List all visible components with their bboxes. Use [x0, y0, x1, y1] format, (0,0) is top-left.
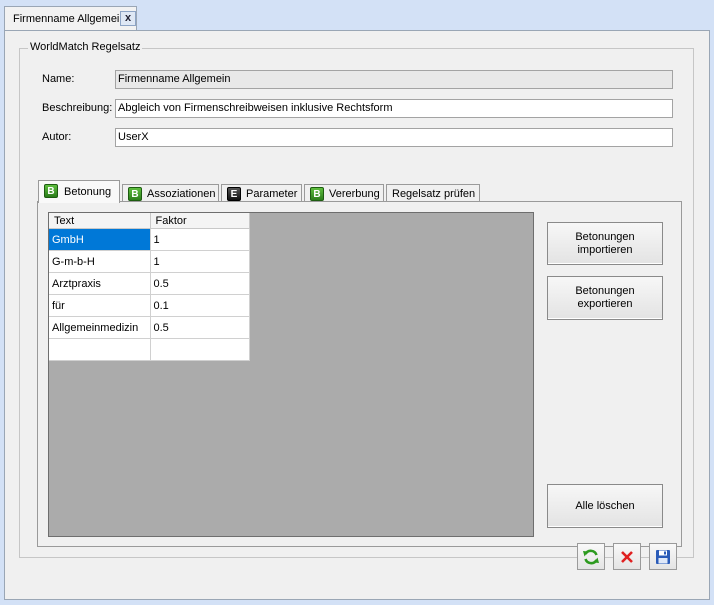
cell-text[interactable]: Allgemeinmedizin	[49, 316, 151, 339]
cell-faktor[interactable]	[150, 338, 250, 361]
cell-text[interactable]	[49, 338, 151, 361]
cell-faktor[interactable]: 1	[150, 228, 250, 251]
betonung-table: Text Faktor GmbH 1 G-m-b-H 1 Arztpraxis …	[49, 213, 250, 361]
export-betonungen-button[interactable]: Betonungen exportieren	[547, 276, 663, 320]
tab-vererbung[interactable]: B Vererbung	[304, 184, 384, 202]
cell-faktor[interactable]: 0.5	[150, 316, 250, 339]
tab-regelsatz-pruefen[interactable]: Regelsatz prüfen	[386, 184, 480, 202]
cell-text[interactable]: G-m-b-H	[49, 250, 151, 273]
tab-vererbung-badge-icon: B	[310, 187, 324, 201]
export-betonungen-label: Betonungen exportieren	[575, 285, 635, 310]
save-button[interactable]	[649, 543, 677, 570]
table-row[interactable]: G-m-b-H 1	[49, 250, 250, 273]
groupbox-legend: WorldMatch Regelsatz	[28, 41, 143, 53]
document-tab-close-button[interactable]: x	[120, 11, 136, 26]
tab-assoziationen[interactable]: B Assoziationen	[122, 184, 219, 202]
tab-vererbung-label: Vererbung	[329, 188, 380, 200]
tab-assoziationen-badge-icon: B	[128, 187, 142, 201]
tab-betonung-badge-icon: B	[44, 184, 58, 198]
refresh-button[interactable]	[577, 543, 605, 570]
import-betonungen-label: Betonungen importieren	[575, 230, 635, 256]
table-row[interactable]: GmbH 1	[49, 228, 250, 251]
document-tab[interactable]: Firmenname Allgemein x	[4, 6, 137, 30]
document-tab-title: Firmenname Allgemein	[13, 13, 121, 25]
tab-parameter[interactable]: E Parameter	[221, 184, 302, 202]
tab-content-betonung: Text Faktor GmbH 1 G-m-b-H 1 Arztpraxis …	[37, 201, 682, 547]
refresh-icon	[583, 549, 599, 564]
ruleset-groupbox: WorldMatch Regelsatz Name: Firmenname Al…	[19, 41, 694, 558]
tab-parameter-label: Parameter	[246, 188, 298, 200]
table-row[interactable]: Allgemeinmedizin 0.5	[49, 316, 250, 339]
description-label: Beschreibung:	[42, 102, 113, 114]
tab-parameter-badge-icon: E	[227, 187, 241, 201]
description-field[interactable]: Abgleich von Firmenschreibweisen inklusi…	[115, 99, 673, 118]
column-header-faktor[interactable]: Faktor	[150, 213, 250, 229]
cell-text[interactable]: GmbH	[49, 228, 151, 251]
grid-header-row: Text Faktor	[49, 213, 250, 229]
save-disk-icon	[656, 549, 670, 564]
main-panel: WorldMatch Regelsatz Name: Firmenname Al…	[4, 30, 710, 600]
author-field[interactable]: UserX	[115, 128, 673, 147]
cancel-button[interactable]	[613, 543, 641, 570]
cell-faktor[interactable]: 1	[150, 250, 250, 273]
tab-betonung[interactable]: B Betonung	[38, 180, 120, 203]
table-row[interactable]: für 0.1	[49, 294, 250, 317]
name-field[interactable]: Firmenname Allgemein	[115, 70, 673, 89]
name-label: Name:	[42, 73, 75, 85]
table-row-new[interactable]	[49, 338, 250, 361]
import-betonungen-button[interactable]: Betonungen importieren	[547, 222, 663, 265]
cell-text[interactable]: für	[49, 294, 151, 317]
cell-text[interactable]: Arztpraxis	[49, 272, 151, 295]
tab-assoziationen-label: Assoziationen	[147, 188, 216, 200]
close-icon	[621, 550, 633, 563]
betonung-grid[interactable]: Text Faktor GmbH 1 G-m-b-H 1 Arztpraxis …	[48, 212, 534, 537]
column-header-text[interactable]: Text	[49, 213, 151, 229]
cell-faktor[interactable]: 0.1	[150, 294, 250, 317]
tab-betonung-label: Betonung	[64, 186, 112, 198]
author-label: Autor:	[42, 131, 72, 143]
table-row[interactable]: Arztpraxis 0.5	[49, 272, 250, 295]
clear-all-label: Alle löschen	[575, 499, 635, 512]
cell-faktor[interactable]: 0.5	[150, 272, 250, 295]
clear-all-button[interactable]: Alle löschen	[547, 484, 663, 528]
tab-regelsatz-pruefen-label: Regelsatz prüfen	[392, 188, 476, 200]
